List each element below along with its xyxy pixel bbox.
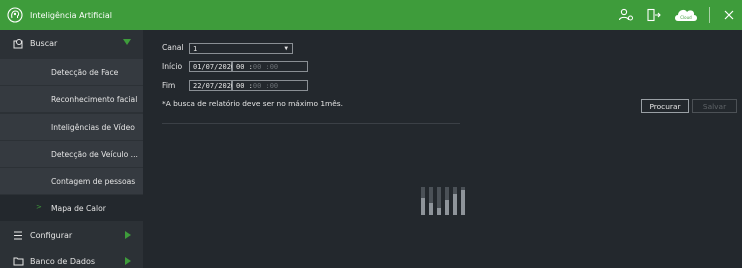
chevron-down-icon [123, 39, 131, 45]
sidebar-item-vehicle-detection[interactable]: Detecção de Veículo ... [0, 141, 143, 167]
menu-buscar-label: Buscar [30, 38, 58, 48]
start-time-field[interactable]: 00 : 00 :00 [232, 61, 308, 72]
save-button-label: Salvar [702, 101, 727, 111]
sidebar-item-label: Inteligências de Vídeo [51, 122, 135, 132]
sidebar-item-label: Contagem de pessoas [51, 176, 136, 186]
divider [162, 123, 460, 124]
end-date-value: 22/07/2020 [193, 81, 236, 90]
chevron-right-icon: > [36, 203, 42, 211]
cloud-icon[interactable]: Cloud [673, 6, 699, 24]
logout-icon[interactable] [645, 6, 663, 24]
start-time-rest: 00 :00 [252, 62, 279, 71]
start-date-value: 01/07/2020 [193, 62, 236, 71]
chevron-right-icon [125, 231, 131, 239]
menu-configurar[interactable]: Configurar [0, 222, 143, 248]
menu-banco-label: Banco de Dados [30, 256, 96, 266]
sidebar: Buscar Detecção de Face Reconhecimento f… [0, 30, 143, 268]
start-time-hour: 00 : [236, 62, 253, 71]
end-label: Fim [162, 81, 176, 90]
database-icon [12, 255, 24, 267]
search-icon [12, 37, 24, 49]
channel-select[interactable]: 1 ▼ [189, 43, 293, 54]
menu-buscar[interactable]: Buscar [0, 30, 143, 56]
end-time-rest: 00 :00 [252, 81, 279, 90]
app-title: Inteligência Artificial [30, 10, 112, 20]
sidebar-item-video-intelligence[interactable]: Inteligências de Vídeo [0, 114, 143, 140]
sidebar-item-face-detection[interactable]: Detecção de Face [0, 59, 143, 85]
sidebar-item-heat-map[interactable]: > Mapa de Calor [0, 195, 143, 221]
save-button[interactable]: Salvar [692, 99, 737, 113]
cloud-badge-text: Cloud [680, 15, 692, 20]
menu-configurar-label: Configurar [30, 230, 73, 240]
channel-label: Canal [162, 43, 184, 52]
title-bar: Inteligência Artificial Cloud [0, 0, 742, 30]
end-date-field[interactable]: 22/07/2020 [189, 80, 236, 91]
chevron-right-icon [125, 257, 131, 265]
start-date-field[interactable]: 01/07/2020 [189, 61, 236, 72]
close-icon[interactable] [720, 6, 738, 24]
users-icon[interactable] [617, 6, 635, 24]
sidebar-item-label: Detecção de Face [51, 67, 119, 77]
config-icon [12, 229, 24, 241]
main-content: Canal 1 ▼ Início 01/07/2020 00 : 00 :00 … [143, 30, 742, 268]
bar-chart-icon [415, 181, 475, 221]
sidebar-item-label: Reconhecimento facial [51, 94, 138, 104]
search-button-label: Procurar [649, 101, 681, 111]
menu-banco-de-dados[interactable]: Banco de Dados [0, 248, 143, 268]
end-time-field[interactable]: 00 : 00 :00 [232, 80, 308, 91]
sidebar-item-label: Detecção de Veículo ... [51, 149, 138, 159]
sidebar-item-label: Mapa de Calor [51, 203, 106, 213]
sidebar-item-face-recognition[interactable]: Reconhecimento facial [0, 86, 143, 112]
ai-brain-icon [6, 6, 24, 24]
chevron-down-icon: ▼ [284, 45, 288, 52]
search-button[interactable]: Procurar [641, 99, 689, 113]
end-time-hour: 00 : [236, 81, 253, 90]
sidebar-item-people-count[interactable]: Contagem de pessoas [0, 168, 143, 194]
start-label: Início [162, 62, 183, 71]
search-limit-note: *A busca de relatório deve ser no máximo… [162, 99, 343, 108]
titlebar-divider [709, 7, 710, 23]
channel-value: 1 [193, 44, 198, 53]
